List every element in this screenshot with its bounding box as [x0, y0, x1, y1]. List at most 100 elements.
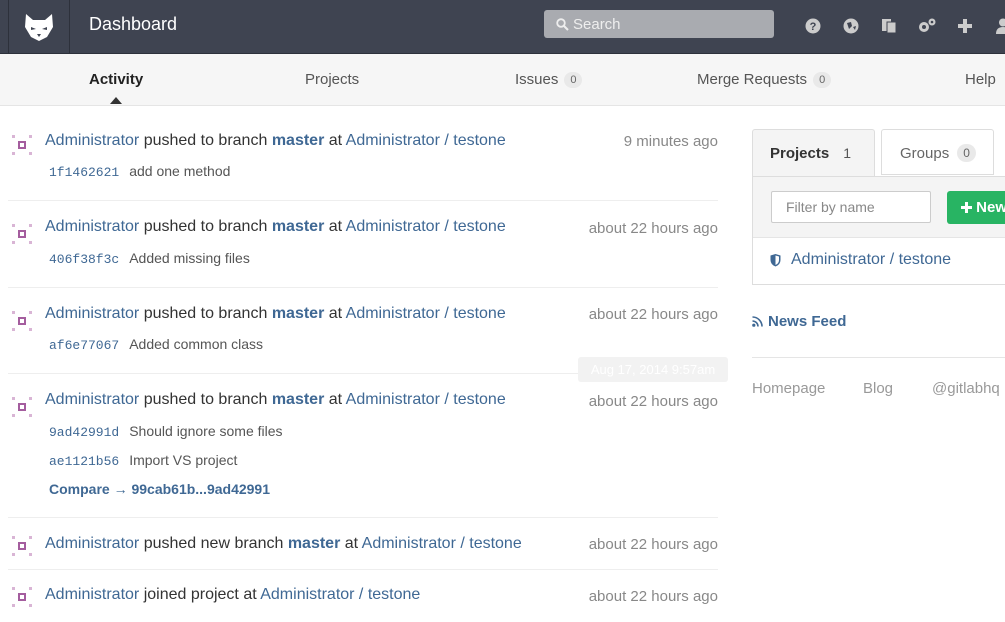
search-box[interactable] — [544, 10, 774, 38]
event-item: Administrator pushed new branch master a… — [8, 518, 718, 570]
new-project-button[interactable]: New — [947, 191, 1005, 224]
event-time: about 22 hours ago — [588, 536, 718, 553]
event-branch-link[interactable]: master — [272, 305, 324, 322]
event-author-link[interactable]: Administrator — [45, 305, 139, 322]
svg-text:?: ? — [810, 21, 817, 33]
issues-count-badge: 0 — [564, 72, 583, 88]
plus-icon — [961, 202, 972, 213]
event-project-link[interactable]: Administrator / testone — [346, 132, 506, 149]
event-title: Administrator pushed to branch master at… — [45, 218, 506, 236]
avatar[interactable] — [10, 585, 34, 609]
avatar[interactable] — [10, 534, 34, 558]
tab-help[interactable]: Help — [965, 71, 996, 88]
event-author-link[interactable]: Administrator — [45, 132, 139, 149]
event-branch-link[interactable]: master — [272, 132, 324, 149]
logo[interactable] — [8, 0, 70, 53]
avatar[interactable] — [10, 395, 34, 419]
event-action: joined project — [143, 586, 239, 603]
commit-sha-link[interactable]: 9ad42991d — [49, 425, 119, 440]
dashboard-nav: Activity Projects Issues 0 Merge Requests… — [0, 54, 1005, 106]
commit-line: 406f38f3c Added missing files — [49, 250, 250, 267]
event-project-link[interactable]: Administrator / testone — [346, 218, 506, 235]
tab-sidebar-projects[interactable]: Projects 1 — [752, 129, 875, 177]
tab-sidebar-projects-label: Projects — [770, 145, 830, 162]
event-at: at — [328, 218, 343, 235]
event-author-link[interactable]: Administrator — [45, 218, 139, 235]
event-time: 9 minutes ago — [623, 133, 718, 150]
merge-requests-count-badge: 0 — [813, 72, 832, 88]
event-branch-link[interactable]: master — [272, 218, 324, 235]
event-branch-link[interactable]: master — [288, 535, 340, 552]
event-title: Administrator pushed to branch master at… — [45, 132, 506, 150]
event-title: Administrator joined project at Administ… — [45, 586, 420, 604]
shield-icon — [770, 253, 781, 266]
event-item: Administrator pushed to branch master at… — [8, 374, 718, 518]
twitter-link[interactable]: @gitlabhq — [932, 380, 1000, 397]
active-tab-caret — [110, 97, 122, 104]
top-header: Dashboard ? — [0, 0, 1005, 54]
project-list-item[interactable]: Administrator / testone — [770, 251, 951, 269]
avatar[interactable] — [10, 222, 34, 246]
commit-sha-link[interactable]: ae1121b56 — [49, 454, 119, 469]
event-action: pushed to branch — [143, 305, 268, 322]
news-feed-link[interactable]: News Feed — [752, 313, 846, 330]
commit-line: 9ad42991d Should ignore some files — [49, 423, 283, 440]
commit-line: af6e77067 Added common class — [49, 336, 263, 353]
tab-merge-requests[interactable]: Merge Requests 0 — [697, 71, 832, 88]
event-time: about 22 hours ago — [588, 220, 718, 237]
user-icon[interactable] — [984, 14, 1005, 38]
event-project-link[interactable]: Administrator / testone — [346, 305, 506, 322]
commit-sha-link[interactable]: 406f38f3c — [49, 252, 119, 267]
event-item: Administrator pushed to branch master at… — [8, 201, 718, 288]
event-title: Administrator pushed new branch master a… — [45, 535, 522, 553]
event-author-link[interactable]: Administrator — [45, 586, 139, 603]
event-time: about 22 hours ago — [588, 393, 718, 410]
gitlab-logo-icon — [25, 13, 53, 41]
globe-icon[interactable] — [832, 14, 870, 38]
commit-message: add one method — [129, 163, 231, 179]
tab-projects[interactable]: Projects — [305, 71, 359, 88]
event-title: Administrator pushed to branch master at… — [45, 391, 506, 409]
commit-sha-link[interactable]: af6e77067 — [49, 338, 119, 353]
search-input[interactable] — [573, 15, 763, 33]
page-title: Dashboard — [89, 14, 178, 34]
plus-icon[interactable] — [946, 14, 984, 38]
settings-icon[interactable] — [908, 14, 946, 38]
divider — [752, 357, 1005, 358]
event-author-link[interactable]: Administrator — [45, 391, 139, 408]
help-icon[interactable]: ? — [794, 14, 832, 38]
tab-activity[interactable]: Activity — [89, 71, 143, 88]
rss-icon — [752, 316, 763, 327]
tab-issues[interactable]: Issues 0 — [515, 71, 583, 88]
event-time: about 22 hours ago — [588, 588, 718, 605]
tab-sidebar-groups-label: Groups — [900, 145, 950, 162]
event-author-link[interactable]: Administrator — [45, 535, 139, 552]
filter-input[interactable] — [771, 191, 931, 223]
event-action: pushed new branch — [143, 535, 284, 552]
event-project-link[interactable]: Administrator / testone — [260, 586, 420, 603]
event-time: about 22 hours ago — [588, 306, 718, 323]
commit-line: ae1121b56 Import VS project — [49, 452, 237, 469]
commit-line: 1f1462621 add one method — [49, 163, 230, 180]
event-branch-link[interactable]: master — [272, 391, 324, 408]
search-icon — [556, 17, 569, 31]
commit-sha-link[interactable]: 1f1462621 — [49, 165, 119, 180]
snippets-icon[interactable] — [870, 14, 908, 38]
blog-link[interactable]: Blog — [863, 380, 893, 397]
event-item: Administrator joined project at Administ… — [8, 570, 718, 622]
avatar[interactable] — [10, 133, 34, 157]
compare-link[interactable]: Compare → 99cab61b...9ad42991 — [49, 481, 270, 497]
event-action: pushed to branch — [143, 218, 268, 235]
projects-panel-toolbar: New — [753, 177, 1005, 238]
event-at: at — [344, 535, 359, 552]
tab-issues-label: Issues — [515, 71, 559, 88]
event-item: Administrator pushed to branch master at… — [8, 106, 718, 201]
event-project-link[interactable]: Administrator / testone — [346, 391, 506, 408]
homepage-link[interactable]: Homepage — [752, 380, 825, 397]
avatar[interactable] — [10, 309, 34, 333]
event-project-link[interactable]: Administrator / testone — [362, 535, 522, 552]
tab-sidebar-groups[interactable]: Groups 0 — [881, 129, 994, 175]
tab-merge-requests-label: Merge Requests — [697, 71, 808, 88]
event-at: at — [328, 305, 343, 322]
projects-panel: New Administrator / testone — [752, 176, 1005, 285]
